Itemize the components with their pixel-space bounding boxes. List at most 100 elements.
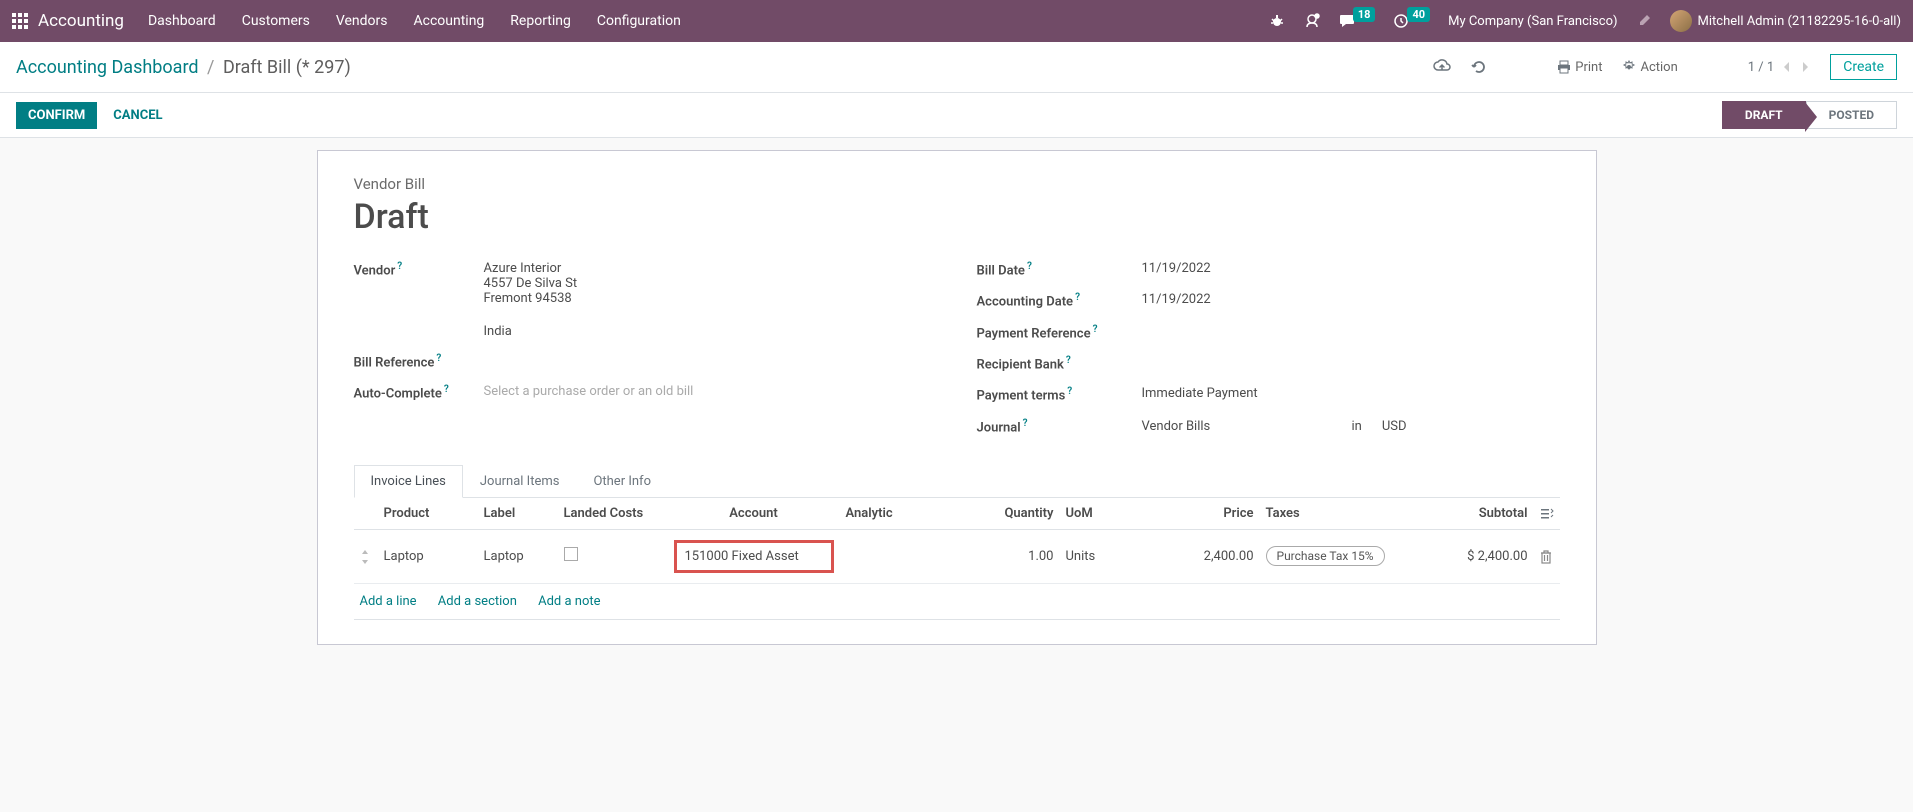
status-bar: CONFIRM CANCEL DRAFT POSTED bbox=[0, 93, 1913, 138]
cancel-button[interactable]: CANCEL bbox=[101, 102, 174, 129]
create-button[interactable]: Create bbox=[1830, 54, 1897, 80]
recipient-bank-value[interactable] bbox=[1142, 355, 1560, 372]
pager: 1 / 1 bbox=[1748, 60, 1810, 75]
vendor-label: Vendor bbox=[354, 263, 396, 278]
cell-quantity[interactable]: 1.00 bbox=[970, 529, 1060, 583]
messages-icon[interactable]: 18 bbox=[1339, 13, 1376, 29]
auto-complete-label: Auto-Complete bbox=[354, 387, 442, 402]
journal-in: in bbox=[1352, 419, 1362, 434]
acc-date-label: Accounting Date bbox=[977, 295, 1074, 310]
control-bar: Accounting Dashboard / Draft Bill (* 297… bbox=[0, 42, 1913, 93]
cell-product[interactable]: Laptop bbox=[378, 529, 478, 583]
messages-badge: 18 bbox=[1353, 7, 1376, 22]
delete-row-icon[interactable] bbox=[1534, 529, 1560, 583]
cell-label[interactable]: Laptop bbox=[478, 529, 558, 583]
cloud-upload-icon[interactable] bbox=[1433, 58, 1451, 76]
add-section-link[interactable]: Add a section bbox=[438, 594, 517, 609]
print-button[interactable]: Print bbox=[1557, 60, 1602, 75]
th-analytic[interactable]: Analytic bbox=[840, 498, 970, 530]
app-brand[interactable]: Accounting bbox=[38, 11, 124, 31]
company-selector[interactable]: My Company (San Francisco) bbox=[1448, 14, 1617, 29]
form-col-left: Vendor? Azure Interior 4557 De Silva St … bbox=[354, 261, 937, 449]
cell-uom[interactable]: Units bbox=[1060, 529, 1130, 583]
vendor-value[interactable]: Azure Interior 4557 De Silva St Fremont … bbox=[484, 261, 937, 339]
th-options-icon[interactable] bbox=[1534, 498, 1560, 530]
doc-status: Draft bbox=[354, 197, 1560, 237]
cell-subtotal: $ 2,400.00 bbox=[1420, 529, 1534, 583]
payment-terms-value[interactable]: Immediate Payment bbox=[1142, 386, 1560, 403]
recipient-bank-label: Recipient Bank bbox=[977, 357, 1064, 372]
support-icon[interactable] bbox=[1303, 12, 1321, 30]
th-landed-costs[interactable]: Landed Costs bbox=[558, 498, 668, 530]
breadcrumb-root[interactable]: Accounting Dashboard bbox=[16, 57, 199, 78]
bill-ref-value[interactable] bbox=[484, 353, 937, 370]
confirm-button[interactable]: CONFIRM bbox=[16, 102, 97, 129]
status-posted[interactable]: POSTED bbox=[1806, 101, 1897, 129]
menu-configuration[interactable]: Configuration bbox=[597, 13, 681, 29]
form-col-right: Bill Date? 11/19/2022 Accounting Date? 1… bbox=[977, 261, 1560, 449]
th-product[interactable]: Product bbox=[378, 498, 478, 530]
help-icon[interactable]: ? bbox=[1075, 292, 1080, 303]
breadcrumb-current: Draft Bill (* 297) bbox=[223, 57, 351, 78]
cell-landed-costs[interactable] bbox=[558, 529, 668, 583]
add-note-link[interactable]: Add a note bbox=[538, 594, 600, 609]
menu-dashboard[interactable]: Dashboard bbox=[148, 13, 216, 29]
doc-type: Vendor Bill bbox=[354, 175, 1560, 193]
journal-value[interactable]: Vendor Bills bbox=[1142, 419, 1332, 434]
help-icon[interactable]: ? bbox=[1067, 386, 1072, 397]
cell-price[interactable]: 2,400.00 bbox=[1130, 529, 1260, 583]
pager-next-icon[interactable] bbox=[1800, 60, 1810, 75]
th-price[interactable]: Price bbox=[1130, 498, 1260, 530]
payment-terms-label: Payment terms bbox=[977, 389, 1066, 404]
cell-account[interactable]: 151000 Fixed Asset bbox=[668, 529, 840, 583]
tab-invoice-lines[interactable]: Invoice Lines bbox=[354, 465, 463, 498]
apps-icon[interactable] bbox=[12, 13, 28, 29]
help-icon[interactable]: ? bbox=[436, 353, 441, 364]
help-icon[interactable]: ? bbox=[1093, 324, 1098, 335]
cell-analytic[interactable] bbox=[840, 529, 970, 583]
menu-reporting[interactable]: Reporting bbox=[510, 13, 571, 29]
th-label[interactable]: Label bbox=[478, 498, 558, 530]
menu-accounting[interactable]: Accounting bbox=[413, 13, 484, 29]
journal-currency[interactable]: USD bbox=[1382, 419, 1407, 434]
journal-label: Journal bbox=[977, 420, 1021, 435]
help-icon[interactable]: ? bbox=[1066, 355, 1071, 366]
th-taxes[interactable]: Taxes bbox=[1260, 498, 1420, 530]
auto-complete-value[interactable]: Select a purchase order or an old bill bbox=[484, 384, 937, 401]
pager-prev-icon[interactable] bbox=[1782, 60, 1792, 75]
status-draft[interactable]: DRAFT bbox=[1722, 101, 1806, 129]
tab-journal-items[interactable]: Journal Items bbox=[463, 465, 577, 497]
pay-ref-value[interactable] bbox=[1142, 324, 1560, 341]
bug-icon[interactable] bbox=[1269, 13, 1285, 29]
th-subtotal[interactable]: Subtotal bbox=[1420, 498, 1534, 530]
cell-taxes[interactable]: Purchase Tax 15% bbox=[1260, 529, 1420, 583]
th-account[interactable]: Account bbox=[668, 498, 840, 530]
landed-costs-checkbox[interactable] bbox=[564, 547, 578, 561]
breadcrumb: Accounting Dashboard / Draft Bill (* 297… bbox=[16, 57, 1433, 78]
action-label: Action bbox=[1640, 60, 1677, 75]
help-icon[interactable]: ? bbox=[397, 261, 402, 272]
help-icon[interactable]: ? bbox=[1023, 418, 1028, 429]
th-uom[interactable]: UoM bbox=[1060, 498, 1130, 530]
pay-ref-label: Payment Reference bbox=[977, 326, 1091, 341]
help-icon[interactable]: ? bbox=[444, 384, 449, 395]
topnav-right: 18 40 My Company (San Francisco) Mitchel… bbox=[1269, 10, 1901, 32]
activity-icon[interactable]: 40 bbox=[1393, 13, 1430, 29]
menu-customers[interactable]: Customers bbox=[242, 13, 310, 29]
add-line-link[interactable]: Add a line bbox=[360, 594, 417, 609]
tab-other-info[interactable]: Other Info bbox=[576, 465, 668, 497]
discard-icon[interactable] bbox=[1471, 59, 1487, 75]
bill-date-value[interactable]: 11/19/2022 bbox=[1142, 261, 1560, 278]
acc-date-value[interactable]: 11/19/2022 bbox=[1142, 292, 1560, 309]
bill-date-label: Bill Date bbox=[977, 263, 1025, 278]
drag-handle-icon[interactable] bbox=[354, 529, 378, 583]
form-sheet: Vendor Bill Draft Vendor? Azure Interior… bbox=[317, 150, 1597, 645]
avatar bbox=[1670, 10, 1692, 32]
th-quantity[interactable]: Quantity bbox=[970, 498, 1060, 530]
help-icon[interactable]: ? bbox=[1027, 261, 1032, 272]
tools-icon[interactable] bbox=[1636, 13, 1652, 29]
menu-vendors[interactable]: Vendors bbox=[336, 13, 388, 29]
action-button[interactable]: Action bbox=[1622, 60, 1677, 75]
table-row[interactable]: Laptop Laptop 151000 Fixed Asset 1.00 Un… bbox=[354, 529, 1560, 583]
user-menu[interactable]: Mitchell Admin (21182295-16-0-all) bbox=[1670, 10, 1901, 32]
